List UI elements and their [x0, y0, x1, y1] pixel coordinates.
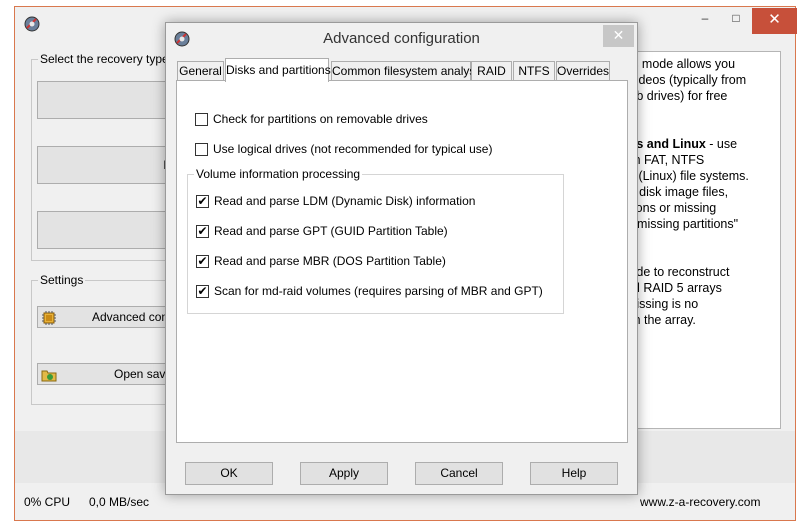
logical-drives-label: Use logical drives (not recommended for …	[213, 142, 493, 156]
volume-processing-group-label: Volume information processing	[194, 167, 363, 181]
description-line: rom the array.	[619, 313, 696, 327]
description-line	[619, 120, 780, 136]
maximize-button[interactable]: □	[721, 8, 751, 30]
chip-icon	[41, 310, 57, 326]
recovery-description-panel: this mode allows you d videos (typically …	[618, 51, 781, 429]
description-line: d videos (typically from	[619, 73, 747, 87]
md-raid-checkbox[interactable]: ✔	[196, 285, 209, 298]
throughput-status: 0,0 MB/sec	[89, 495, 150, 509]
ldm-label: Read and parse LDM (Dynamic Disk) inform…	[214, 194, 476, 208]
disks-and-partitions-panel: Check for partitions on removable drives…	[176, 80, 628, 443]
description-line	[619, 232, 780, 248]
ok-button[interactable]: OK	[185, 462, 273, 485]
description-line	[619, 248, 780, 264]
tab-general[interactable]: General	[177, 61, 224, 81]
tab-raid[interactable]: RAID	[471, 61, 512, 81]
apply-button[interactable]: Apply	[300, 462, 388, 485]
mbr-label: Read and parse MBR (DOS Partition Table)	[214, 254, 446, 268]
close-button[interactable]: ✕	[752, 8, 797, 34]
website-link[interactable]: www.z-a-recovery.com	[640, 495, 760, 509]
dialog-titlebar: Advanced configuration ✕	[166, 23, 637, 53]
gpt-label: Read and parse GPT (GUID Partition Table…	[214, 224, 448, 238]
description-line: rom FAT, NTFS	[619, 153, 705, 167]
tab-overrides[interactable]: Overrides	[556, 61, 610, 81]
description-line: mode to reconstruct	[619, 265, 730, 279]
description-line: : missing is no	[619, 297, 699, 311]
description-line: umb drives) for free	[619, 89, 728, 103]
description-line: and RAID 5 arrays	[619, 281, 722, 295]
logical-drives-checkbox[interactable]	[195, 143, 208, 156]
removable-drives-label: Check for partitions on removable drives	[213, 112, 428, 126]
cpu-usage-status: 0% CPU	[24, 495, 71, 509]
tab-ntfs[interactable]: NTFS	[513, 61, 555, 81]
description-line: TS (Linux) file systems.	[619, 169, 749, 183]
cancel-button[interactable]: Cancel	[415, 462, 503, 485]
recovery-type-group-label: Select the recovery type	[38, 52, 171, 66]
description-line: ows and Linux - use	[619, 137, 738, 151]
volume-processing-group: Volume information processing ✔ Read and…	[187, 167, 564, 314]
tab-disks-and-partitions[interactable]: Disks and partitions	[225, 58, 331, 82]
minimize-button[interactable]: –	[690, 8, 720, 30]
advanced-configuration-label: Advanced conf	[92, 310, 172, 324]
ldm-checkbox[interactable]: ✔	[196, 195, 209, 208]
description-line	[619, 104, 780, 120]
tab-common-filesystem-analysis[interactable]: Common filesystem analysis	[331, 61, 484, 81]
description-line: rtitions or missing	[619, 201, 717, 215]
help-button[interactable]: Help	[530, 462, 618, 485]
dialog-close-button[interactable]: ✕	[603, 25, 634, 47]
description-line: for missing partitions"	[619, 217, 739, 231]
removable-drives-checkbox[interactable]	[195, 113, 208, 126]
md-raid-label: Scan for md-raid volumes (requires parsi…	[214, 284, 543, 298]
advanced-configuration-dialog: Advanced configuration ✕ General Disks a…	[165, 22, 638, 495]
app-logo-icon	[24, 16, 40, 32]
gpt-checkbox[interactable]: ✔	[196, 225, 209, 238]
mbr-checkbox[interactable]: ✔	[196, 255, 209, 268]
description-line: es, disk image files,	[619, 185, 729, 199]
dialog-title: Advanced configuration	[323, 30, 480, 47]
open-saved-label: Open save	[114, 367, 173, 381]
settings-group-label: Settings	[38, 273, 86, 287]
folder-open-icon	[41, 367, 57, 383]
description-line: this mode allows you	[619, 57, 736, 71]
